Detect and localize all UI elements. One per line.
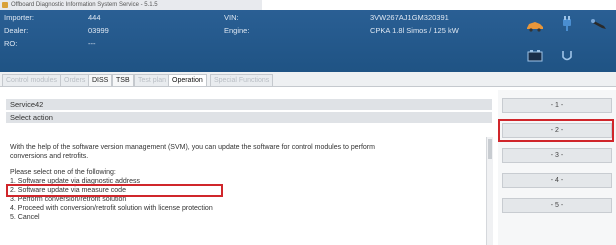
- action-button-3[interactable]: - 3 -: [502, 148, 612, 163]
- dealer-label: Dealer:: [4, 26, 29, 35]
- vin-value: 3VW267AJ1GM320391: [370, 13, 449, 22]
- option-5: 5. Cancel: [10, 214, 40, 221]
- tab-bar: Control modules Orders DISS TSB Test pla…: [0, 72, 616, 87]
- ro-value: ---: [88, 39, 96, 48]
- multimeter-icon[interactable]: [556, 48, 578, 64]
- description-line-1: With the help of the software version ma…: [10, 144, 375, 151]
- description-line-2: conversions and retrofits.: [10, 153, 89, 160]
- vehicle-info-header: Importer: 444 Dealer: 03999 RO: --- VIN:…: [0, 10, 616, 72]
- message-area: With the help of the software version ma…: [6, 137, 492, 245]
- tab-tsb[interactable]: TSB: [112, 74, 134, 86]
- tab-diss[interactable]: DISS: [88, 74, 113, 86]
- action-button-1[interactable]: - 1 -: [502, 98, 612, 113]
- highlight-box-button-2: [498, 119, 614, 142]
- tab-test-plan[interactable]: Test plan: [134, 74, 171, 86]
- window-titlebar: Offboard Diagnostic Information System S…: [0, 0, 262, 10]
- importer-value: 444: [88, 13, 101, 22]
- window-title: Offboard Diagnostic Information System S…: [11, 2, 158, 8]
- select-action-label: Select action: [6, 112, 492, 123]
- option-3: 3. Perform conversion/retrofit solution: [10, 196, 127, 203]
- importer-label: Importer:: [4, 13, 35, 22]
- tab-orders[interactable]: Orders: [60, 74, 90, 86]
- action-button-5[interactable]: - 5 -: [502, 198, 612, 213]
- ro-label: RO:: [4, 39, 18, 48]
- content-scrollbar[interactable]: [486, 137, 493, 245]
- action-button-4[interactable]: - 4 -: [502, 173, 612, 188]
- prompt-text: Please select one of the following:: [10, 169, 116, 176]
- plug-icon[interactable]: [556, 16, 578, 32]
- tab-control-modules[interactable]: Control modules: [2, 74, 61, 86]
- tab-operation[interactable]: Operation: [168, 74, 207, 86]
- scrollbar-thumb[interactable]: [488, 139, 492, 159]
- battery-icon[interactable]: [524, 48, 546, 64]
- dealer-value: 03999: [88, 26, 109, 35]
- operation-panel: Service42 Select action With the help of…: [0, 90, 498, 245]
- engine-label: Engine:: [224, 26, 250, 35]
- vin-label: VIN:: [224, 13, 239, 22]
- header-toolbar: [520, 10, 616, 72]
- tab-special-functions[interactable]: Special Functions: [210, 74, 274, 86]
- probe-icon[interactable]: [588, 16, 610, 32]
- engine-value: CPKA 1.8l Simos / 125 kW: [370, 26, 459, 35]
- highlight-box-option-2: [6, 184, 223, 197]
- service-title: Service42: [6, 99, 492, 110]
- action-button-panel: - 1 - - 2 - - 3 - - 4 - - 5 -: [498, 90, 616, 245]
- app-icon: [2, 2, 8, 8]
- option-4: 4. Proceed with conversion/retrofit solu…: [10, 205, 213, 212]
- car-icon[interactable]: [524, 18, 546, 34]
